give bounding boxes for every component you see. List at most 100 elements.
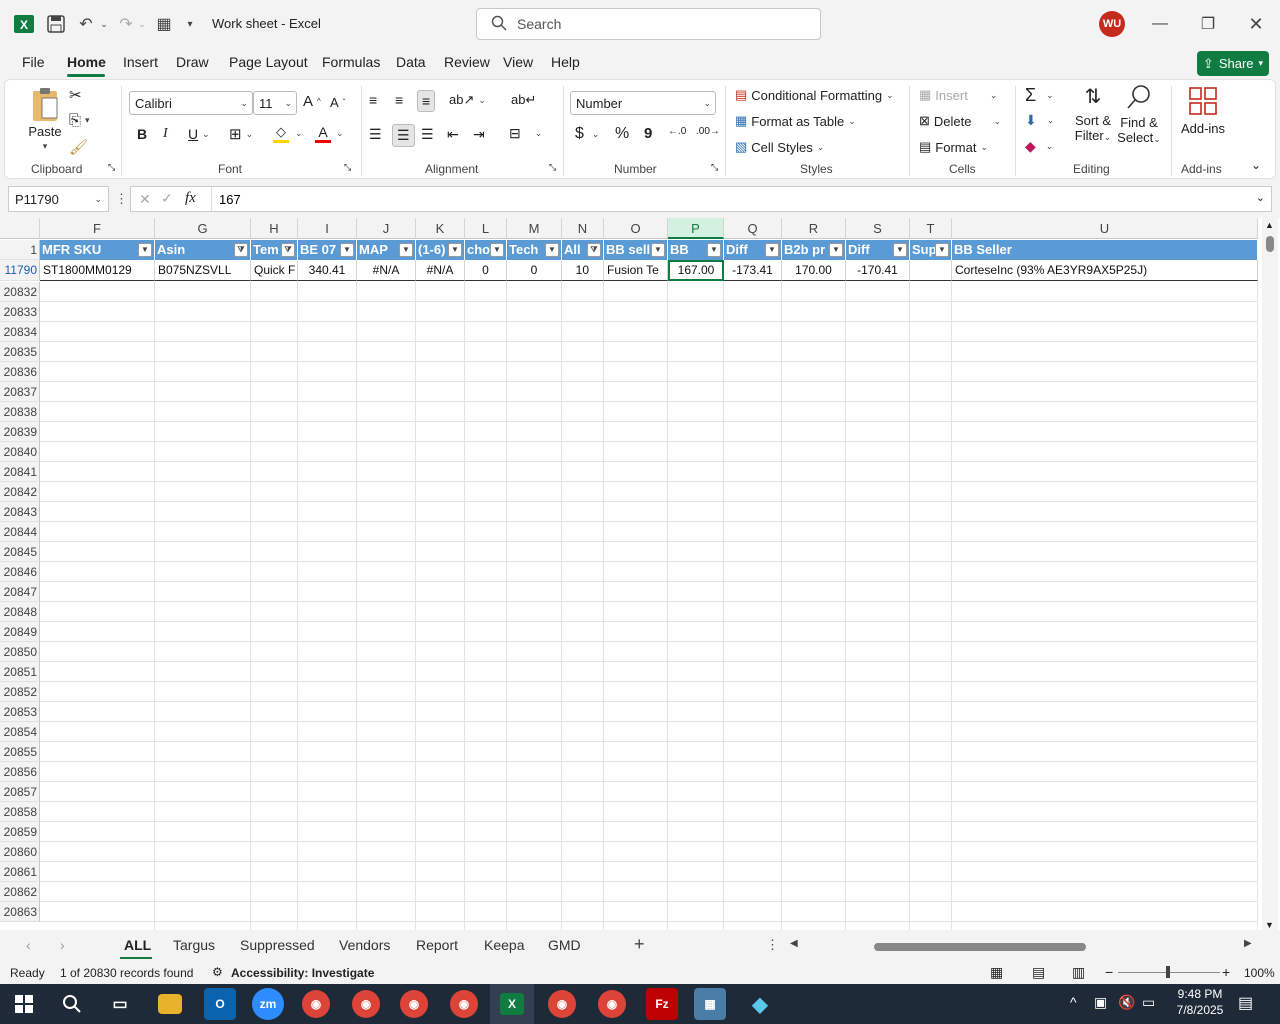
outlook-icon[interactable]: O (204, 988, 236, 1020)
table-header-cell[interactable]: (1-6) ▼ (416, 240, 465, 260)
row-header[interactable]: 20862 (0, 882, 40, 902)
align-bottom-icon[interactable]: ≡ (417, 90, 436, 112)
table-header-cell[interactable]: Sup ▼ (910, 240, 952, 260)
filter-dropdown-icon[interactable]: ▼ (651, 243, 665, 257)
save-icon[interactable] (44, 12, 68, 36)
clock[interactable]: 9:48 PM 7/8/2025 (1172, 987, 1228, 1017)
currency-button[interactable]: $ ⌄ (575, 125, 599, 143)
row-header[interactable]: 20844 (0, 522, 40, 542)
row-header[interactable]: 20852 (0, 682, 40, 702)
conditional-formatting-button[interactable]: ▤ Conditional Formatting ⌄ (735, 87, 894, 103)
row-header[interactable]: 20857 (0, 782, 40, 802)
row-header[interactable]: 20843 (0, 502, 40, 522)
row-header[interactable]: 20833 (0, 302, 40, 322)
font-size-select[interactable]: 11 ⌄ (253, 91, 297, 115)
redo-dropdown-icon[interactable]: ⌄ (136, 12, 148, 36)
table-cell[interactable]: 0 (465, 260, 507, 281)
tab-help[interactable]: Help (551, 54, 580, 70)
row-header[interactable]: 20839 (0, 422, 40, 442)
worksheet-grid[interactable]: FGHIJKLMNOPQRSTU MFR SKU ▼ Asin ⧩ Tem ⧩ BE 07 ▼… (0, 218, 1280, 930)
table-header-cell[interactable]: MAP ▼ (357, 240, 416, 260)
percent-button[interactable]: % (615, 125, 629, 143)
table-header-cell[interactable]: B2b pr ▼ (782, 240, 846, 260)
tab-formulas[interactable]: Formulas (322, 54, 380, 70)
number-launcher-icon[interactable]: ⤡ (711, 162, 718, 173)
windows-start-icon[interactable] (8, 988, 40, 1020)
row-header[interactable]: 20835 (0, 342, 40, 362)
sort-filter-button[interactable]: ⇅ Sort & Filter⌄ (1073, 84, 1113, 143)
align-top-icon[interactable]: ≡ (369, 92, 377, 108)
tab-review[interactable]: Review (444, 54, 490, 70)
table-cell[interactable]: 0 (507, 260, 562, 281)
sheet-tab-keepa[interactable]: Keepa (484, 937, 524, 953)
app-diamond-icon[interactable]: ◆ (744, 988, 776, 1020)
column-header-o[interactable]: O (604, 218, 668, 239)
horizontal-scroll-thumb[interactable] (874, 943, 1086, 951)
share-button[interactable]: ⇪ Share ▾ (1197, 51, 1269, 76)
user-avatar[interactable]: WU (1099, 11, 1125, 37)
notifications-icon[interactable]: ▤ (1238, 993, 1253, 1013)
column-header-n[interactable]: N (562, 218, 604, 239)
vertical-scrollbar[interactable]: ▲ ▼ (1262, 218, 1278, 930)
customize-toolbar-icon[interactable]: ▾ (182, 12, 198, 36)
table-header-cell[interactable]: BB ▼ (668, 240, 724, 260)
row-header[interactable]: 20842 (0, 482, 40, 502)
align-right-icon[interactable]: ☰ (421, 126, 434, 143)
row-header[interactable]: 20841 (0, 462, 40, 482)
font-color-icon[interactable]: A (315, 124, 331, 143)
insert-function-icon[interactable]: fx (185, 190, 196, 207)
table-cell[interactable]: ST1800MM0129 (40, 260, 155, 281)
filezilla-icon[interactable]: Fz (646, 988, 678, 1020)
prev-sheet-icon[interactable]: ‹ (26, 937, 31, 953)
zoom-app-icon[interactable]: zm (252, 988, 284, 1020)
accessibility-status[interactable]: Accessibility: Investigate (231, 966, 374, 980)
tab-draw[interactable]: Draw (176, 54, 209, 70)
format-as-table-button[interactable]: ▦ Format as Table ⌄ (735, 113, 856, 129)
insert-cells-button[interactable]: ▦ Insert ⌄ (919, 87, 997, 103)
column-header-r[interactable]: R (782, 218, 846, 239)
table-header-cell[interactable]: Asin ⧩ (155, 240, 251, 260)
column-header-s[interactable]: S (846, 218, 910, 239)
bold-button[interactable]: B (137, 126, 147, 142)
taskbar-search-icon[interactable] (56, 988, 88, 1020)
formula-input[interactable] (219, 190, 1249, 208)
row-header[interactable]: 1 (0, 240, 40, 260)
filter-applied-icon[interactable]: ⧩ (234, 243, 248, 257)
number-format-select[interactable]: Number ⌄ (570, 91, 716, 115)
filter-dropdown-icon[interactable]: ▼ (829, 243, 843, 257)
enter-icon[interactable]: ✓ (161, 190, 173, 207)
table-cell[interactable]: #N/A (357, 260, 416, 281)
tab-data[interactable]: Data (396, 54, 426, 70)
filter-dropdown-icon[interactable]: ▼ (490, 243, 504, 257)
scroll-up-icon[interactable]: ▲ (1265, 220, 1274, 230)
minimize-icon[interactable]: — (1148, 12, 1172, 36)
tab-home[interactable]: Home (67, 54, 106, 70)
table-header-cell[interactable]: BB Seller (952, 240, 1258, 260)
more-options-icon[interactable]: ⋮ (115, 191, 128, 207)
column-header-f[interactable]: F (40, 218, 155, 239)
fill-color-icon[interactable]: ◇ (273, 124, 289, 143)
row-header[interactable]: 20860 (0, 842, 40, 862)
orientation-icon[interactable]: ab↗ ⌄ (449, 92, 486, 108)
row-header[interactable]: 20832 (0, 282, 40, 302)
table-cell[interactable]: Quick F (251, 260, 298, 281)
table-cell[interactable]: Fusion Te (604, 260, 668, 281)
scroll-right-icon[interactable]: ▶ (1244, 938, 1252, 949)
filter-dropdown-icon[interactable]: ▼ (765, 243, 779, 257)
table-header-cell[interactable]: cho ▼ (465, 240, 507, 260)
show-hidden-icons-icon[interactable]: ^ (1070, 994, 1077, 1010)
clipboard-launcher-icon[interactable]: ⤡ (108, 162, 115, 173)
row-header[interactable]: 20834 (0, 322, 40, 342)
file-explorer-icon[interactable] (158, 994, 182, 1014)
decrease-decimal-icon[interactable]: .00→ (696, 126, 720, 137)
row-header[interactable]: 20838 (0, 402, 40, 422)
task-view-icon[interactable]: ▭ (104, 988, 136, 1020)
filter-applied-icon[interactable]: ⧩ (587, 243, 601, 257)
row-header[interactable]: 20836 (0, 362, 40, 382)
row-header[interactable]: 20840 (0, 442, 40, 462)
table-cell[interactable]: 340.41 (298, 260, 357, 281)
filter-dropdown-icon[interactable]: ▼ (935, 243, 949, 257)
column-header-q[interactable]: Q (724, 218, 782, 239)
cancel-icon[interactable]: ✕ (139, 191, 151, 208)
table-cell[interactable]: -173.41 (724, 260, 782, 281)
